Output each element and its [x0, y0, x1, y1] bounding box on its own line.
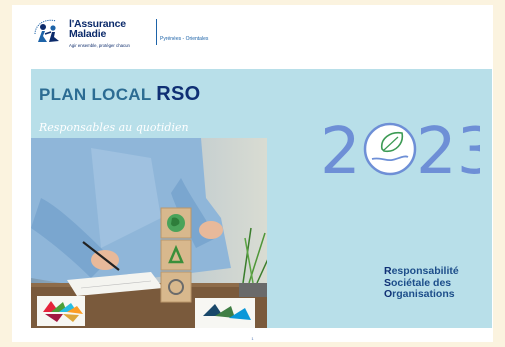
recycle-icon — [160, 239, 192, 271]
rso-rest-3: rganisations — [392, 288, 455, 300]
rso-initial-o: O — [384, 288, 393, 300]
plan-title: PLAN LOCAL RSO — [39, 83, 201, 106]
logo-divider — [156, 19, 157, 45]
rso-line-3: Organisations — [384, 288, 459, 301]
logo-tagline: Agir ensemble, protéger chacun — [69, 43, 130, 48]
leaf-hand-icon — [363, 122, 417, 176]
rso-rest-1: esponsabilité — [391, 265, 459, 277]
rso-initial-s: S — [384, 276, 392, 289]
logo-line-2: Maladie — [69, 28, 107, 40]
year-part-1: 2 — [320, 115, 361, 185]
year-2023: 2 23 — [320, 115, 480, 185]
assurance-maladie-logo-icon — [34, 19, 59, 42]
region-label: Pyrénées - Orientales — [160, 36, 209, 42]
rso-initial-r: R — [384, 265, 392, 277]
cover-page: l'Assurance Maladie Agir ensemble, proté… — [12, 5, 493, 342]
cover-banner: PLAN LOCAL RSO Responsables au quotidien — [31, 69, 492, 328]
plan-prefix: PLAN LOCAL — [39, 85, 152, 104]
logo-title: l'Assurance Maladie — [69, 19, 126, 40]
year-part-2: 23 — [416, 115, 480, 185]
earth-icon — [160, 207, 192, 239]
cycle-icon — [160, 271, 192, 303]
plan-subtitle: Responsables au quotidien — [39, 121, 189, 134]
rso-definition: Responsabilité Sociétale des Organisatio… — [384, 265, 459, 301]
plan-highlight: RSO — [156, 83, 201, 105]
cover-photo — [31, 138, 267, 328]
page-number: 1 — [251, 336, 254, 341]
rso-rest-2: ociétale des — [391, 276, 452, 289]
